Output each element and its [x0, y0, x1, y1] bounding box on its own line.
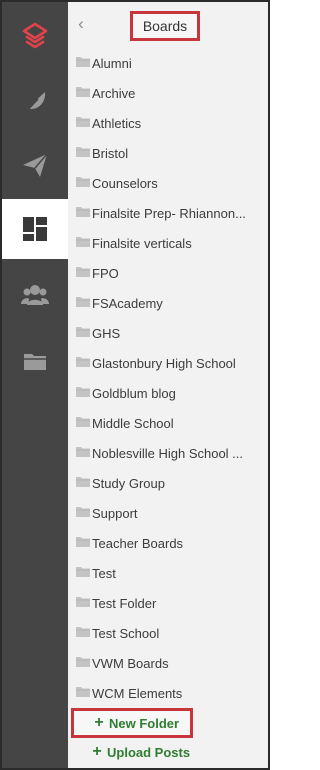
folder-label: Counselors — [92, 176, 158, 191]
folder-item[interactable]: Counselors — [68, 169, 268, 199]
folder-icon — [76, 506, 90, 517]
send-nav-button[interactable] — [2, 135, 68, 195]
folder-item[interactable]: Support — [68, 499, 268, 529]
folder-label: Finalsite Prep- Rhiannon... — [92, 206, 246, 221]
icon-sidebar — [2, 2, 68, 768]
folder-label: Alumni — [92, 56, 132, 71]
folder-item[interactable]: FSAcademy — [68, 289, 268, 319]
folder-icon — [76, 446, 90, 457]
folder-icon — [76, 266, 90, 277]
folder-item[interactable]: Goldblum blog — [68, 379, 268, 409]
folder-item[interactable]: Glastonbury High School — [68, 349, 268, 379]
compose-nav-button[interactable] — [2, 72, 68, 132]
boards-nav-button[interactable] — [2, 199, 68, 259]
folder-icon — [76, 536, 90, 547]
folder-item[interactable]: Test School — [68, 619, 268, 649]
folder-icon — [76, 146, 90, 157]
folder-icon — [76, 566, 90, 577]
folder-item[interactable]: VWM Boards — [68, 649, 268, 679]
folder-label: Middle School — [92, 416, 174, 431]
folder-icon — [76, 326, 90, 337]
folder-label: Test — [92, 566, 116, 581]
folder-icon — [76, 686, 90, 697]
folder-item[interactable]: WCM Elements — [68, 679, 268, 709]
folder-label: Goldblum blog — [92, 386, 176, 401]
folder-label: Test Folder — [92, 596, 157, 611]
folder-item[interactable]: GHS — [68, 319, 268, 349]
folder-icon — [76, 56, 90, 67]
folder-item[interactable]: Teacher Boards — [68, 529, 268, 559]
folder-label: Bristol — [92, 146, 129, 161]
folder-item[interactable]: Bristol — [68, 139, 268, 169]
folder-label: FSAcademy — [92, 296, 163, 311]
new-folder-label: New Folder — [109, 715, 180, 731]
logo-icon — [20, 21, 50, 51]
folder-icon — [76, 236, 90, 247]
folder-item[interactable]: Test — [68, 559, 268, 589]
folder-icon — [76, 596, 90, 607]
folder-item[interactable]: FPO — [68, 259, 268, 289]
upload-posts-button[interactable]: + Upload Posts — [89, 740, 219, 764]
folder-label: Noblesville High School ... — [92, 446, 244, 461]
folder-icon — [76, 86, 90, 97]
new-folder-button[interactable]: + New Folder — [71, 708, 193, 738]
folder-item[interactable]: Athletics — [68, 109, 268, 139]
paper-plane-icon — [20, 150, 50, 180]
folder-icon — [76, 296, 90, 307]
folder-item[interactable]: Middle School — [68, 409, 268, 439]
folder-icon — [76, 176, 90, 187]
folder-icon — [76, 656, 90, 667]
chevron-left-icon[interactable]: ‹ — [74, 14, 88, 34]
folder-icon — [76, 476, 90, 487]
files-nav-button[interactable] — [2, 331, 68, 391]
folder-label: Athletics — [92, 116, 142, 131]
panel-title: Boards — [130, 11, 200, 41]
folder-icon — [76, 206, 90, 217]
folder-item[interactable]: Finalsite Prep- Rhiannon... — [68, 199, 268, 229]
feather-icon — [20, 87, 50, 117]
folder-label: GHS — [92, 326, 121, 341]
folder-item[interactable]: Finalsite verticals — [68, 229, 268, 259]
folder-item[interactable]: Study Group — [68, 469, 268, 499]
folder-label: VWM Boards — [92, 656, 169, 671]
folder-icon — [76, 416, 90, 427]
folder-list: Alumni Archive Athletics Bristol Counselors F… — [68, 49, 268, 709]
folder-label: Archive — [92, 86, 136, 101]
plus-icon: + — [94, 714, 104, 731]
folder-icon — [76, 116, 90, 127]
folder-item[interactable]: Archive — [68, 79, 268, 109]
folder-label: Test School — [92, 626, 160, 641]
folder-icon — [76, 626, 90, 637]
folder-item[interactable]: Test Folder — [68, 589, 268, 619]
users-nav-button[interactable] — [2, 265, 68, 325]
folder-label: Teacher Boards — [92, 536, 184, 551]
folder-label: WCM Elements — [92, 686, 183, 701]
folder-icon — [76, 386, 90, 397]
folder-icon — [76, 356, 90, 367]
upload-posts-label: Upload Posts — [107, 744, 191, 760]
folder-label: Glastonbury High School — [92, 356, 236, 371]
logo-button[interactable] — [2, 6, 68, 66]
folder-label: Support — [92, 506, 138, 521]
folder-label: FPO — [92, 266, 119, 281]
folder-label: Study Group — [92, 476, 165, 491]
app-frame: ‹ Boards Alumni Archive Athletics Bristol Co… — [0, 0, 270, 770]
users-icon — [20, 280, 50, 310]
boards-panel: ‹ Boards Alumni Archive Athletics Bristol Co… — [68, 2, 268, 768]
folder-label: Finalsite verticals — [92, 236, 192, 251]
folder-item[interactable]: Alumni — [68, 49, 268, 79]
dashboard-icon — [20, 214, 50, 244]
folder-item[interactable]: Noblesville High School ... — [68, 439, 268, 469]
plus-icon: + — [92, 743, 102, 760]
folder-icon — [20, 346, 50, 376]
panel-header: ‹ Boards — [68, 2, 268, 46]
